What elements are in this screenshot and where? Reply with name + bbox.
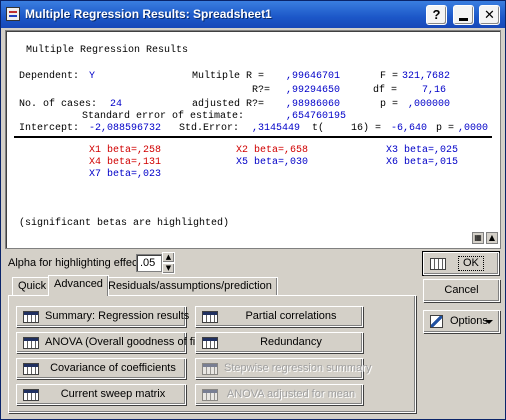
anova-adjusted-button[interactable]: ANOVA adjusted for mean	[195, 384, 363, 405]
adjusted-r2-value: ,98986060	[286, 99, 341, 110]
beta-x3: X3 beta=,025	[386, 145, 459, 156]
beta-x5: X5 beta=,030	[236, 157, 309, 168]
copy-icon[interactable]: ▦	[472, 232, 484, 244]
std-error-value: ,3145449	[252, 123, 301, 134]
results-window: Multiple Regression Results: Spreadsheet…	[0, 0, 506, 420]
dependent-value: Y	[89, 71, 96, 82]
beta-x4: X4 beta=,131	[89, 157, 162, 168]
tab-residuals[interactable]: Residuals/assumptions/prediction	[102, 277, 278, 295]
minimize-icon	[459, 18, 468, 21]
spreadsheet-icon	[202, 311, 218, 323]
ok-button-label: OK	[458, 256, 484, 271]
covariance-button[interactable]: Covariance of coefficients	[16, 358, 186, 379]
redundancy-button-label: Redundancy	[260, 336, 322, 348]
intercept-value: -2,088596732	[89, 123, 162, 134]
close-icon: ✕	[484, 8, 495, 23]
spin-up-icon[interactable]: ▲	[162, 252, 175, 263]
std-error-estimate-label: Standard error of estimate:	[82, 111, 245, 122]
p-value: ,000000	[408, 99, 451, 110]
summary-button-label: Summary: Regression results	[45, 310, 190, 322]
r2-label: R?=	[252, 85, 271, 96]
r2-value: ,99294650	[286, 85, 341, 96]
options-button[interactable]: Options	[423, 310, 500, 333]
covariance-button-label: Covariance of coefficients	[50, 362, 176, 374]
tab-advanced[interactable]: Advanced	[48, 275, 109, 296]
results-divider	[14, 136, 492, 138]
tab-quick[interactable]: Quick	[12, 277, 53, 295]
std-error-label: Std.Error:	[179, 123, 240, 134]
options-icon	[430, 315, 443, 328]
beta-x1: X1 beta=,258	[89, 145, 162, 156]
df-label: df =	[373, 85, 398, 96]
p2-label: p =	[436, 123, 455, 134]
cases-label: No. of cases:	[19, 99, 98, 110]
beta-x2: X2 beta=,658	[236, 145, 309, 156]
dependent-label: Dependent:	[19, 71, 80, 82]
intercept-label: Intercept:	[19, 123, 80, 134]
minimize-button[interactable]	[453, 5, 474, 25]
std-error-estimate-value: ,654760195	[286, 111, 347, 122]
t-value: -6,640	[391, 123, 428, 134]
window-title: Multiple Regression Results: Spreadsheet…	[25, 7, 272, 21]
f-value: 321,7682	[402, 71, 451, 82]
partial-correlations-label: Partial correlations	[245, 310, 337, 322]
partial-correlations-button[interactable]: Partial correlations	[195, 306, 363, 327]
alpha-label: Alpha for highlighting effects:	[8, 257, 150, 269]
spreadsheet-icon	[23, 389, 39, 401]
chevron-down-icon	[485, 320, 493, 324]
sweep-matrix-button[interactable]: Current sweep matrix	[16, 384, 186, 405]
multiple-r-label: Multiple R =	[192, 71, 265, 82]
anova-button-label: ANOVA (Overall goodness of fit)	[45, 336, 202, 348]
options-button-label: Options	[450, 315, 488, 327]
app-icon	[6, 7, 20, 21]
beta-x7: X7 beta=,023	[89, 169, 162, 180]
title-bar[interactable]: Multiple Regression Results: Spreadsheet…	[1, 1, 505, 28]
anova-adjusted-label: ANOVA adjusted for mean	[226, 388, 356, 400]
spreadsheet-icon	[23, 311, 39, 323]
spreadsheet-icon	[23, 337, 39, 349]
help-button[interactable]: ?	[426, 5, 447, 25]
anova-button[interactable]: ANOVA (Overall goodness of fit)	[16, 332, 202, 353]
summary-button[interactable]: Summary: Regression results	[16, 306, 190, 327]
sweep-matrix-label: Current sweep matrix	[60, 388, 166, 400]
spreadsheet-icon	[23, 363, 39, 375]
results-heading: Multiple Regression Results	[26, 45, 189, 56]
t-df: 16) =	[351, 123, 382, 134]
adjusted-r2-label: adjusted R?=	[192, 99, 265, 110]
cases-value: 24	[110, 99, 123, 110]
close-button[interactable]: ✕	[479, 5, 500, 25]
alpha-spinner[interactable]: ▲ ▼	[162, 252, 175, 274]
p2-value: ,0000	[458, 123, 489, 134]
spreadsheet-icon	[202, 363, 218, 375]
betas-footnote: (significant betas are highlighted)	[19, 218, 230, 229]
expand-icon[interactable]: ▲	[486, 232, 498, 244]
ok-button[interactable]: OK	[422, 251, 500, 276]
spreadsheet-icon	[202, 389, 218, 401]
spin-down-icon[interactable]: ▼	[162, 263, 175, 274]
stepwise-summary-label: Stepwise regression summary	[224, 362, 372, 374]
f-label: F =	[380, 71, 399, 82]
beta-x6: X6 beta=,015	[386, 157, 459, 168]
results-output-panel: Multiple Regression Results Dependent: Y…	[5, 30, 501, 249]
redundancy-button[interactable]: Redundancy	[195, 332, 363, 353]
alpha-input[interactable]: .05	[136, 254, 162, 272]
stepwise-summary-button[interactable]: Stepwise regression summary	[195, 358, 372, 379]
cancel-button[interactable]: Cancel	[423, 279, 500, 302]
spreadsheet-icon	[430, 258, 446, 270]
p-label: p =	[380, 99, 399, 110]
df-value: 7,16	[422, 85, 447, 96]
spreadsheet-icon	[202, 337, 218, 349]
t-label: t(	[312, 123, 325, 134]
multiple-r-value: ,99646701	[286, 71, 341, 82]
ok-button-face[interactable]: OK	[423, 252, 499, 275]
